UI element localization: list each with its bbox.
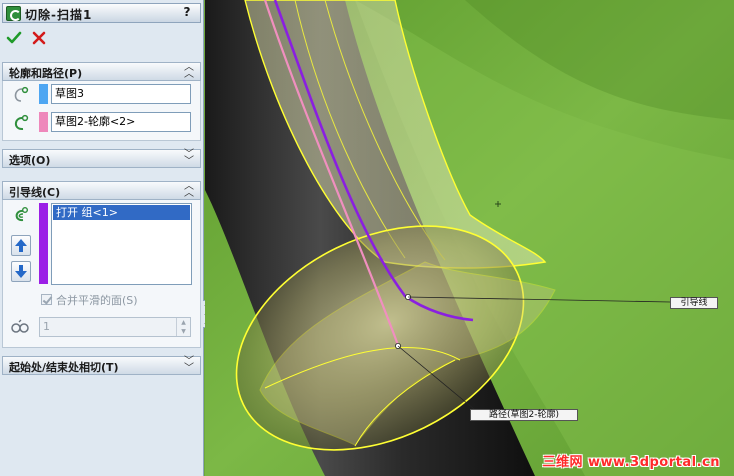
- feature-title: 切除-扫描1: [25, 8, 93, 22]
- ok-check-icon[interactable]: [6, 30, 22, 46]
- section-options-header[interactable]: 选项(O) ﹀ ﹀: [2, 149, 201, 168]
- path-icon: [14, 114, 29, 131]
- chevron-down-icon[interactable]: ﹀ ﹀: [183, 357, 195, 374]
- list-item[interactable]: 打开 组<1>: [53, 205, 190, 220]
- path-callout-label: 路径(草图2-轮廓): [470, 409, 578, 421]
- section-profile-path-header[interactable]: 轮廓和路径(P) ︿ ︿: [2, 62, 201, 81]
- arrow-down-icon: [15, 265, 27, 278]
- section-tangency-title: 起始处/结束处相切(T): [9, 361, 119, 374]
- profile-icon: [14, 86, 29, 102]
- guide-curve-icon: [15, 207, 28, 222]
- section-profile-path-body: 草图3 草图2-轮廓<2>: [2, 81, 201, 141]
- cancel-x-icon[interactable]: [31, 30, 47, 46]
- feature-title-bar: 切除-扫描1 ?: [2, 3, 201, 23]
- chevron-down-icon[interactable]: ﹀ ﹀: [183, 150, 195, 167]
- spin-up-icon[interactable]: ▲: [177, 318, 190, 327]
- profile-color-swatch: [39, 84, 48, 104]
- property-manager-panel: 切除-扫描1 ? 轮廓和路径(P) ︿ ︿ 草图3 草图2-轮廓<2> 选项(O)…: [0, 0, 204, 476]
- graphics-viewport[interactable]: 引导线 路径(草图2-轮廓) 三维网 www.3dportal.cn: [205, 0, 734, 476]
- section-guide-curves-body: 打开 组<1> 合并平滑的面(S) 1 ▲ ▼: [2, 200, 201, 348]
- chevron-up-icon[interactable]: ︿ ︿: [183, 182, 195, 199]
- spin-down-icon[interactable]: ▼: [177, 327, 190, 336]
- profile-field[interactable]: 草图3: [51, 84, 191, 104]
- section-tangency-header[interactable]: 起始处/结束处相切(T) ﹀ ﹀: [2, 356, 201, 375]
- cut-sweep-icon: [6, 6, 21, 21]
- chevron-up-icon[interactable]: ︿ ︿: [183, 63, 195, 80]
- guide-curves-listbox[interactable]: 打开 组<1>: [51, 203, 192, 285]
- path-color-swatch: [39, 112, 48, 132]
- move-up-button[interactable]: [11, 235, 31, 256]
- section-guide-curves-header[interactable]: 引导线(C) ︿ ︿: [2, 181, 201, 200]
- guide-callout-label: 引导线: [670, 297, 718, 309]
- show-sections-icon[interactable]: [10, 317, 30, 337]
- merge-smooth-checkbox[interactable]: [41, 294, 52, 305]
- model-view: [205, 0, 734, 476]
- section-count-spinner[interactable]: ▲ ▼: [176, 318, 190, 336]
- section-profile-path-title: 轮廓和路径(P): [9, 67, 83, 80]
- move-down-button[interactable]: [11, 261, 31, 282]
- help-button[interactable]: ?: [180, 5, 194, 21]
- merge-smooth-label: 合并平滑的面(S): [56, 294, 138, 307]
- section-options-title: 选项(O): [9, 154, 51, 167]
- path-field[interactable]: 草图2-轮廓<2>: [51, 112, 191, 132]
- guide-curve-color-swatch: [39, 203, 48, 284]
- section-count-field[interactable]: 1: [39, 317, 191, 337]
- section-guide-curves-title: 引导线(C): [9, 186, 61, 199]
- arrow-up-icon: [15, 239, 27, 252]
- watermark: 三维网 www.3dportal.cn: [542, 455, 720, 470]
